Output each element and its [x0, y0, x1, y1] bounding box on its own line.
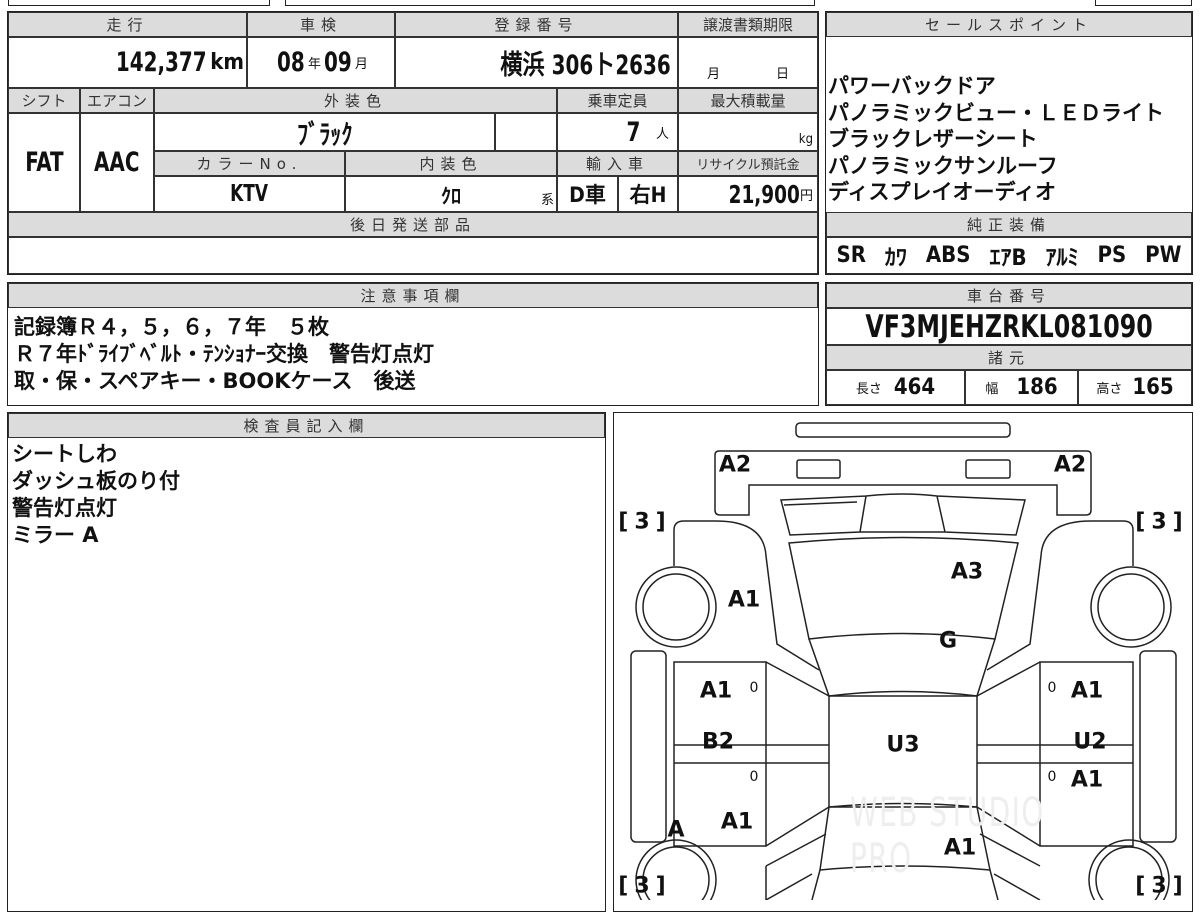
door-zero: 0 — [1047, 680, 1057, 696]
door-zero: 0 — [749, 769, 759, 785]
rear-window-shape — [780, 493, 1026, 536]
damage-mark: U2 — [1073, 729, 1107, 755]
tire-value: 3 — [1151, 873, 1173, 899]
rear-lamp-left — [796, 459, 841, 479]
right-rear-fender — [986, 520, 1134, 671]
damage-mark: B2 — [701, 729, 735, 755]
door-zero: 0 — [1047, 769, 1057, 785]
roof-spoiler-shape — [795, 422, 1011, 438]
tire-mark: [3] — [1135, 873, 1189, 899]
damage-mark: A1 — [727, 587, 761, 613]
tire-mark: [3] — [618, 873, 672, 899]
tire-value: 3 — [634, 873, 656, 899]
damage-mark: A — [667, 817, 685, 843]
right-side-step — [1139, 650, 1177, 843]
door-zero: 0 — [749, 680, 759, 696]
rear-lamp-right — [965, 459, 1011, 479]
left-front-fender — [765, 833, 827, 900]
tire-value: 3 — [634, 509, 656, 535]
trunk-panel — [788, 536, 1019, 640]
wheel-rear-left — [635, 566, 717, 648]
damage-mark: A3 — [950, 559, 984, 585]
damage-mark: A1 — [1070, 678, 1104, 704]
damage-mark: A1 — [720, 809, 754, 835]
tire-value: 3 — [1151, 509, 1173, 535]
damage-mark: U3 — [886, 732, 920, 758]
tire-mark: [3] — [618, 509, 672, 535]
g-panel — [808, 638, 996, 697]
wheel-rear-right — [1090, 566, 1172, 648]
damage-mark: A2 — [718, 452, 752, 478]
damage-mark: A1 — [699, 678, 733, 704]
rear-bumper-shape — [714, 450, 1092, 516]
damage-mark: A1 — [1070, 767, 1104, 793]
damage-mark: A1 — [943, 835, 977, 861]
tire-mark: [3] — [1135, 509, 1189, 535]
damage-mark: A2 — [1053, 452, 1087, 478]
car-outline-diagram — [630, 422, 1177, 900]
damage-mark: G — [938, 628, 958, 654]
left-side-step — [630, 650, 667, 843]
